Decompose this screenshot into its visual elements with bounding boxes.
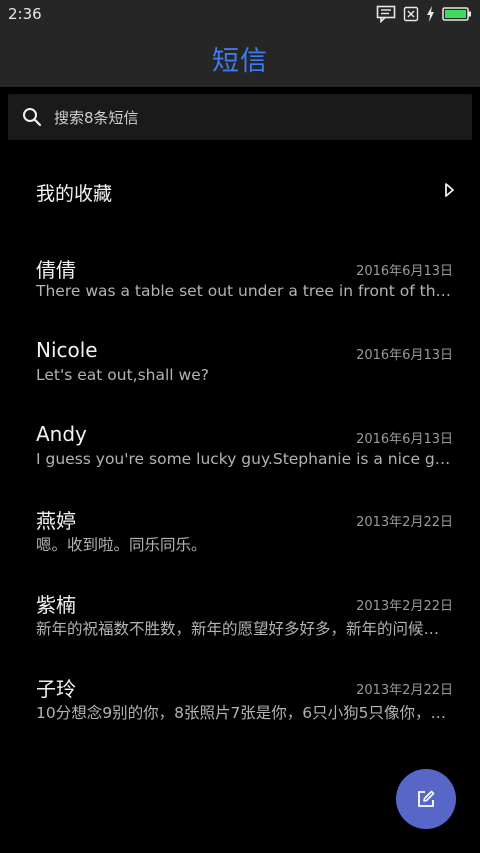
status-bar: 2:36 <box>0 0 480 28</box>
conversation-item[interactable]: 紫楠 2013年2月22日 新年的祝福数不胜数，新年的愿望好多好多，新年的问候送… <box>0 589 480 673</box>
conversation-item[interactable]: 子玲 2013年2月22日 10分想念9别的你，8张照片7张是你，6只小狗5只像… <box>0 673 480 757</box>
conversation-name: Andy <box>36 422 87 446</box>
conversation-name: 紫楠 <box>36 593 76 617</box>
conversation-date: 2013年2月22日 <box>356 683 453 698</box>
search-icon <box>23 108 42 127</box>
conversation-name: 倩倩 <box>36 258 76 282</box>
conversation-item[interactable]: 燕婷 2013年2月22日 嗯。收到啦。同乐同乐。 <box>0 505 480 589</box>
conversation-date: 2016年6月13日 <box>356 432 453 447</box>
conversation-name: 子玲 <box>36 677 76 701</box>
conversation-item[interactable]: Andy 2016年6月13日 I guess you're some luck… <box>0 422 480 506</box>
sim-off-icon <box>403 6 419 22</box>
conversation-preview: There was a table set out under a tree i… <box>36 282 454 300</box>
search-placeholder: 搜索8条短信 <box>54 109 139 127</box>
conversation-item[interactable]: Nicole 2016年6月13日 Let's eat out,shall we… <box>0 338 480 422</box>
charging-icon <box>427 6 434 22</box>
favorites-label: 我的收藏 <box>36 183 113 205</box>
conversation-preview: Let's eat out,shall we? <box>36 366 209 384</box>
battery-icon <box>442 7 471 21</box>
page-title: 短信 <box>212 46 268 77</box>
conversation-preview: 10分想念9别的你，8张照片7张是你，6只小狗5只像你，4季如春 <box>36 704 454 722</box>
conversation-name: Nicole <box>36 338 98 362</box>
search-input[interactable]: 搜索8条短信 <box>8 94 472 140</box>
compose-button[interactable] <box>396 769 456 829</box>
conversation-date: 2016年6月13日 <box>356 264 453 279</box>
compose-icon <box>418 790 435 807</box>
status-icons <box>369 5 472 23</box>
conversation-name: 燕婷 <box>36 509 76 533</box>
status-time: 2:36 <box>8 5 42 23</box>
conversation-date: 2013年2月22日 <box>356 599 453 614</box>
conversation-item[interactable]: 倩倩 2016年6月13日 There was a table set out … <box>0 254 480 338</box>
conversation-preview: 嗯。收到啦。同乐同乐。 <box>36 536 207 554</box>
conversation-preview: 新年的祝福数不胜数，新年的愿望好多好多，新年的问候送给你 <box>36 620 454 638</box>
conversation-preview: I guess you're some lucky guy.Stephanie … <box>36 450 454 468</box>
conversation-date: 2016年6月13日 <box>356 348 453 363</box>
favorites-row[interactable]: 我的收藏 <box>0 160 480 224</box>
message-notification-icon <box>376 5 396 23</box>
app-header: 短信 <box>0 28 480 87</box>
conversation-date: 2013年2月22日 <box>356 515 453 530</box>
chevron-right-icon <box>445 183 454 197</box>
